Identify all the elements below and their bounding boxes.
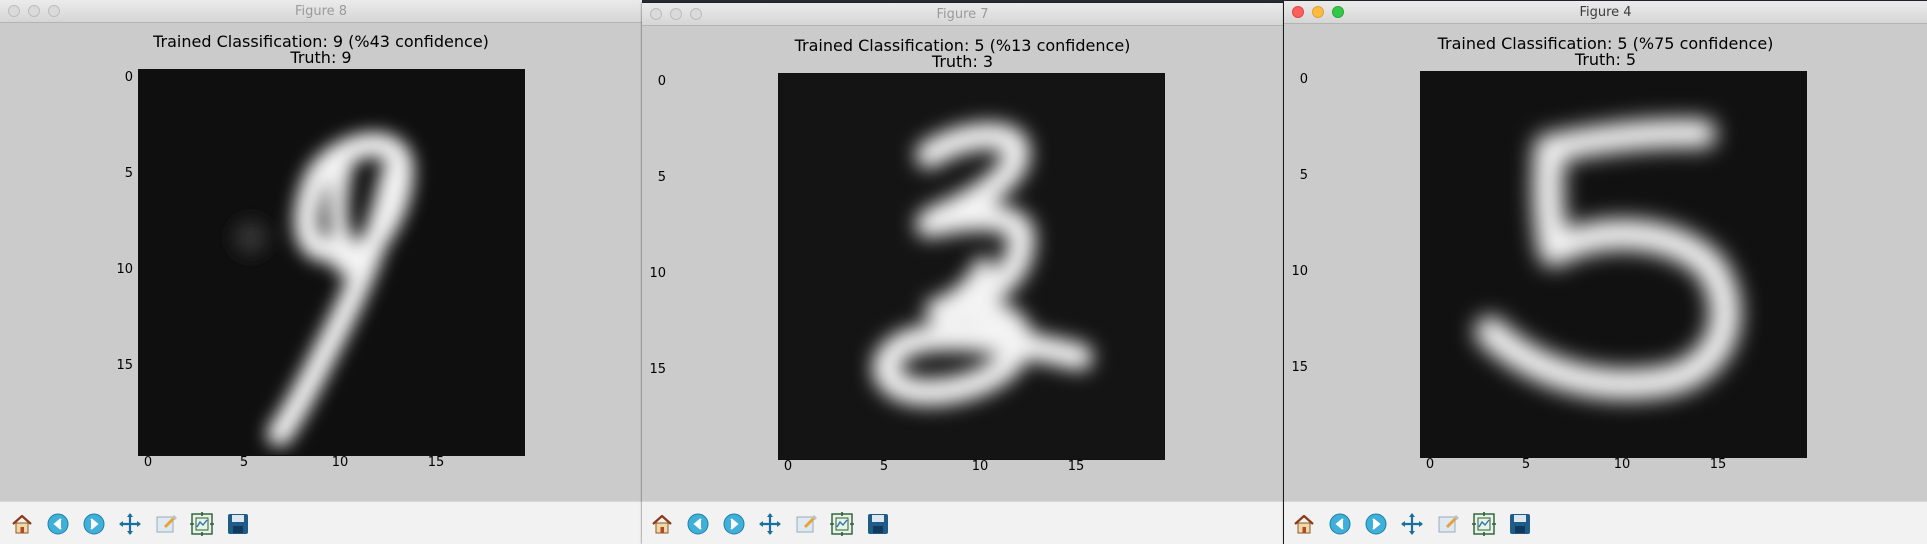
home-icon[interactable]: [7, 509, 37, 539]
figure-window[interactable]: Figure 7 Trained Classification: 5 (%13 …: [642, 3, 1283, 544]
window-titlebar[interactable]: Figure 8: [0, 0, 642, 23]
x-tick-label: 0: [1425, 457, 1435, 472]
y-tick-label: 10: [116, 262, 133, 277]
window-title: Figure 8: [294, 4, 348, 19]
x-tick-label: 15: [427, 455, 445, 470]
figure-window[interactable]: Figure 4 Trained Classification: 5 (%75 …: [1284, 1, 1927, 544]
forward-arrow-icon[interactable]: [1361, 509, 1391, 539]
y-tick-label: 15: [116, 358, 133, 373]
x-tick-label: 5: [879, 459, 889, 474]
x-tick-label: 5: [1521, 457, 1531, 472]
y-tick-label: 15: [649, 362, 666, 377]
x-tick-label: 10: [1613, 457, 1631, 472]
y-tick-label: 0: [124, 70, 133, 85]
plot-subtitle-truth: Truth: 5: [1574, 50, 1637, 69]
zoom-rect-icon[interactable]: [151, 509, 181, 539]
pan-move-icon[interactable]: [115, 509, 145, 539]
navigation-toolbar: [1284, 501, 1927, 544]
navigation-toolbar: [642, 501, 1283, 544]
x-tick-label: 10: [971, 459, 989, 474]
window-titlebar[interactable]: Figure 4: [1284, 1, 1927, 24]
home-icon[interactable]: [1289, 509, 1319, 539]
y-tick-label: 15: [1291, 360, 1308, 375]
window-title: Figure 7: [936, 7, 989, 22]
pan-move-icon[interactable]: [755, 509, 785, 539]
zoom-rect-icon[interactable]: [1433, 509, 1463, 539]
window-titlebar[interactable]: Figure 7: [642, 3, 1283, 26]
save-disk-icon[interactable]: [863, 509, 893, 539]
figure-window[interactable]: Figure 8 Trained Classification: 9 (%43 …: [0, 0, 642, 544]
digit-image[interactable]: [778, 73, 1165, 460]
digit-image[interactable]: [1420, 71, 1807, 458]
y-tick-label: 5: [1299, 168, 1308, 183]
subplots-config-icon[interactable]: [827, 509, 857, 539]
plot-subtitle-truth: Truth: 9: [290, 48, 352, 67]
forward-arrow-icon[interactable]: [79, 509, 109, 539]
y-tick-label: 0: [657, 74, 666, 89]
save-disk-icon[interactable]: [223, 509, 253, 539]
y-tick-label: 0: [1299, 72, 1308, 87]
y-tick-label: 5: [657, 170, 666, 185]
plot-subtitle-truth: Truth: 3: [931, 52, 994, 71]
digit-image[interactable]: [138, 69, 525, 456]
x-tick-label: 5: [239, 455, 249, 470]
x-tick-label: 0: [143, 455, 153, 470]
x-tick-label: 0: [783, 459, 793, 474]
subplots-config-icon[interactable]: [1469, 509, 1499, 539]
subplots-config-icon[interactable]: [187, 509, 217, 539]
x-tick-label: 15: [1067, 459, 1085, 474]
y-tick-label: 10: [649, 266, 666, 281]
y-tick-label: 10: [1291, 264, 1308, 279]
back-arrow-icon[interactable]: [1325, 509, 1355, 539]
x-tick-label: 15: [1709, 457, 1727, 472]
zoom-rect-icon[interactable]: [791, 509, 821, 539]
navigation-toolbar: [0, 501, 642, 544]
forward-arrow-icon[interactable]: [719, 509, 749, 539]
back-arrow-icon[interactable]: [683, 509, 713, 539]
home-icon[interactable]: [647, 509, 677, 539]
back-arrow-icon[interactable]: [43, 509, 73, 539]
x-tick-label: 10: [331, 455, 349, 470]
window-title: Figure 4: [1579, 5, 1632, 20]
save-disk-icon[interactable]: [1505, 509, 1535, 539]
pan-move-icon[interactable]: [1397, 509, 1427, 539]
y-tick-label: 5: [124, 166, 133, 181]
